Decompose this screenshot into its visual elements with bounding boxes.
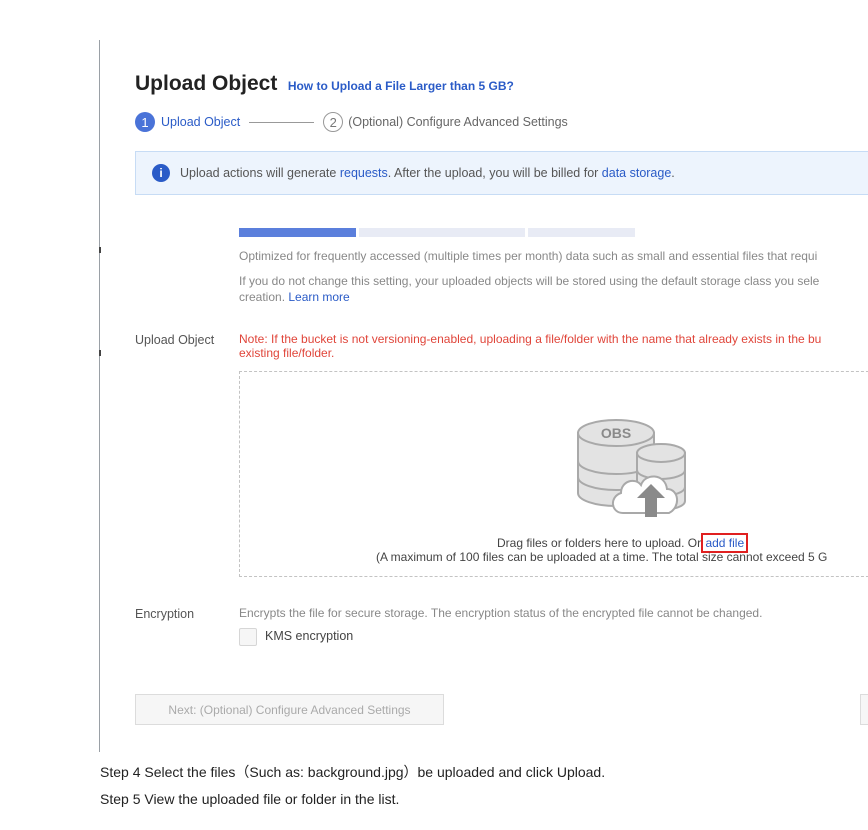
- step-1-number: 1: [135, 112, 155, 132]
- encryption-label: Encryption: [135, 607, 195, 621]
- info-icon: i: [152, 164, 170, 182]
- obs-upload-icon: OBS: [577, 419, 686, 517]
- step-2-label[interactable]: (Optional) Configure Advanced Settings: [348, 115, 568, 129]
- storage-default-note: If you do not change this setting, your …: [239, 274, 820, 288]
- margin-tick-mark: [99, 247, 101, 253]
- storage-class-option-infrequent[interactable]: [359, 228, 525, 237]
- versioning-warning-line1: Note: If the bucket is not versioning-en…: [239, 332, 822, 346]
- drag-text: Drag files or folders here to upload. Or: [497, 536, 705, 550]
- margin-tick-mark: [99, 350, 101, 356]
- versioning-warning: Note: If the bucket is not versioning-en…: [239, 332, 821, 360]
- upload-limit-note: (A maximum of 100 files can be uploaded …: [376, 550, 828, 564]
- data-storage-link[interactable]: data storage: [602, 166, 672, 180]
- next-advanced-settings-button[interactable]: Next: (Optional) Configure Advanced Sett…: [135, 694, 444, 725]
- storage-default-note-text: creation.: [239, 290, 289, 304]
- storage-class-description: Optimized for frequently accessed (multi…: [239, 249, 818, 263]
- obs-graphic-label: OBS: [601, 425, 631, 441]
- instruction-step-4: Step 4 Select the files（Such as: backgro…: [100, 764, 606, 780]
- upload-button-partial[interactable]: [860, 694, 868, 725]
- info-text-3: .: [671, 166, 675, 180]
- instruction-step-5: Step 5 View the uploaded file or folder …: [100, 791, 400, 807]
- step-connector-line: [249, 121, 315, 123]
- versioning-warning-line2: existing file/folder.: [239, 346, 335, 360]
- step-1-label[interactable]: Upload Object: [161, 115, 240, 129]
- page-title: Upload Object: [135, 72, 278, 95]
- requests-link[interactable]: requests: [340, 166, 388, 180]
- kms-encryption-checkbox[interactable]: [239, 628, 257, 646]
- billing-info-bar: i Upload actions will generate requests.…: [135, 151, 868, 195]
- add-file-link[interactable]: add file: [701, 533, 749, 553]
- step-2-number: 2: [323, 112, 344, 132]
- kms-encryption-label[interactable]: KMS encryption: [265, 629, 353, 643]
- upload-object-label: Upload Object: [135, 333, 215, 347]
- storage-class-option-standard[interactable]: [239, 228, 356, 237]
- document-left-rule: [99, 40, 100, 752]
- info-text-2: . After the upload, you will be billed f…: [387, 166, 602, 180]
- wizard-steps: 1 Upload Object 2 (Optional) Configure A…: [135, 111, 568, 133]
- title-row: Upload Object How to Upload a File Large…: [135, 72, 514, 96]
- info-text-1: Upload actions will generate: [180, 166, 340, 180]
- encryption-description: Encrypts the file for secure storage. Th…: [239, 606, 763, 620]
- storage-class-option-archive[interactable]: [528, 228, 635, 237]
- storage-default-note-line2: creation. Learn more: [239, 290, 350, 304]
- large-file-help-link[interactable]: How to Upload a File Larger than 5 GB?: [288, 79, 514, 93]
- drag-instruction: Drag files or folders here to upload. Or…: [497, 533, 749, 553]
- learn-more-link[interactable]: Learn more: [288, 290, 349, 304]
